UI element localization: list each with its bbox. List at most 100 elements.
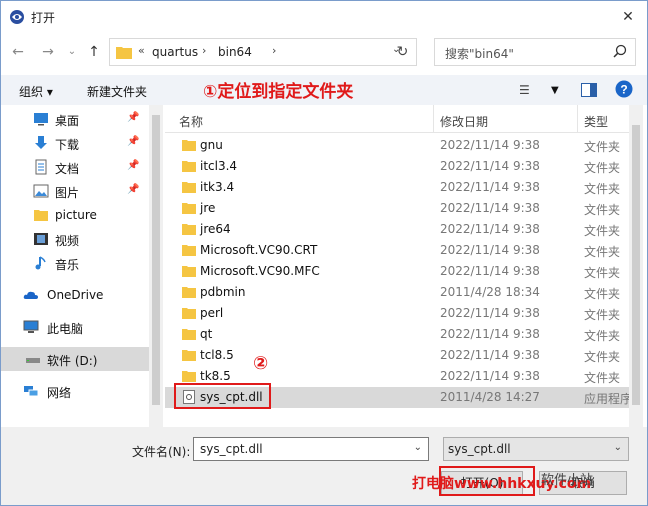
refresh-icon: ↻ — [396, 44, 409, 60]
file-type: 文件夹 — [584, 308, 621, 322]
computer-icon — [23, 320, 39, 333]
view-dropdown-icon[interactable]: ▼ — [551, 85, 559, 96]
file-name: itcl3.4 — [200, 159, 238, 173]
filename-label: 文件名(N): — [132, 445, 191, 459]
file-list-scrollbar[interactable] — [629, 105, 643, 427]
file-row[interactable]: tcl8.5 2022/11/14 9:38 文件夹 — [165, 345, 635, 366]
file-date: 2022/11/14 9:38 — [440, 264, 540, 278]
file-row[interactable]: Microsoft.VC90.CRT 2022/11/14 9:38 文件夹 — [165, 240, 635, 261]
file-type: 文件夹 — [584, 203, 621, 217]
sidebar-item-network[interactable]: 网络 — [1, 379, 149, 403]
file-date: 2022/11/14 9:38 — [440, 201, 540, 215]
video-icon — [34, 233, 48, 245]
picture-icon — [33, 184, 49, 198]
filename-input[interactable]: sys_cpt.dll ⌄ — [193, 437, 429, 461]
file-row[interactable]: jre 2022/11/14 9:38 文件夹 — [165, 198, 635, 219]
file-row[interactable]: jre64 2022/11/14 9:38 文件夹 — [165, 219, 635, 240]
folder-icon — [182, 329, 196, 340]
breadcrumb-quartus[interactable]: quartus — [152, 45, 198, 59]
sidebar-item-documents[interactable]: 文档 📌 — [1, 155, 149, 179]
column-type[interactable]: 类型 — [584, 113, 608, 130]
folder-icon — [182, 371, 196, 382]
file-name: jre64 — [200, 222, 231, 236]
file-date: 2022/11/14 9:38 — [440, 348, 540, 362]
file-name: tk8.5 — [200, 369, 231, 383]
file-date: 2022/11/14 9:38 — [440, 327, 540, 341]
file-date: 2011/4/28 18:34 — [440, 285, 540, 299]
breadcrumb-separator-icon[interactable]: › — [202, 44, 206, 57]
sidebar-item-this-pc[interactable]: 此电脑 — [1, 315, 149, 339]
file-type: 文件夹 — [584, 245, 621, 259]
sidebar-item-label: 下载 — [55, 138, 80, 152]
preview-pane-icon[interactable] — [581, 83, 597, 100]
forward-arrow-icon[interactable]: → — [39, 43, 57, 61]
sidebar-item-label: 网络 — [47, 386, 72, 400]
file-date: 2011/4/28 14:27 — [440, 390, 540, 404]
file-type: 文件夹 — [584, 287, 621, 301]
overflow-chevron-icon[interactable]: « — [138, 44, 145, 57]
filename-dropdown-icon[interactable]: ⌄ — [414, 442, 422, 453]
search-box[interactable]: 搜索"bin64" — [434, 38, 636, 66]
file-row[interactable]: Microsoft.VC90.MFC 2022/11/14 9:38 文件夹 — [165, 261, 635, 282]
close-icon[interactable]: ✕ — [615, 5, 641, 29]
organize-menu[interactable]: 组织 ▾ — [19, 83, 53, 100]
sidebar-item-picture-folder[interactable]: picture — [1, 203, 149, 227]
sidebar-item-pictures[interactable]: 图片 📌 — [1, 179, 149, 203]
title-bar: 打开 ✕ — [1, 1, 647, 33]
address-bar[interactable]: « quartus › bin64 › ⌄ — [109, 38, 417, 66]
file-row[interactable]: gnu 2022/11/14 9:38 文件夹 — [165, 135, 635, 156]
column-divider[interactable] — [577, 105, 578, 133]
help-icon[interactable]: ? — [615, 80, 633, 101]
filetype-select[interactable]: sys_cpt.dll ⌄ — [443, 437, 629, 461]
file-row[interactable]: qt 2022/11/14 9:38 文件夹 — [165, 324, 635, 345]
sidebar-item-desktop[interactable]: 桌面 📌 — [1, 107, 149, 131]
file-date: 2022/11/14 9:38 — [440, 243, 540, 257]
sidebar-item-label: 视频 — [55, 234, 80, 248]
scrollbar-thumb[interactable] — [632, 125, 640, 405]
file-type: 文件夹 — [584, 266, 621, 280]
sidebar-item-videos[interactable]: 视频 — [1, 227, 149, 251]
sidebar-item-drive-d[interactable]: 软件 (D:) — [1, 347, 149, 371]
new-folder-button[interactable]: 新建文件夹 — [87, 83, 147, 100]
file-type: 文件夹 — [584, 224, 621, 238]
column-header: 名称 修改日期 类型 — [165, 105, 635, 133]
breadcrumb-bin64[interactable]: bin64 — [218, 45, 252, 59]
file-row[interactable]: perl 2022/11/14 9:38 文件夹 — [165, 303, 635, 324]
file-name: Microsoft.VC90.MFC — [200, 264, 320, 278]
sidebar-item-onedrive[interactable]: OneDrive — [1, 283, 149, 307]
scrollbar-thumb[interactable] — [152, 115, 160, 405]
filetype-dropdown-icon[interactable]: ⌄ — [614, 442, 622, 453]
up-arrow-icon[interactable]: ↑ — [85, 43, 103, 61]
sidebar-scrollbar[interactable] — [149, 105, 163, 427]
download-icon — [35, 136, 47, 149]
file-type: 应用程序扩展 — [584, 392, 635, 406]
file-row[interactable]: itcl3.4 2022/11/14 9:38 文件夹 — [165, 156, 635, 177]
file-date: 2022/11/14 9:38 — [440, 306, 540, 320]
file-name: perl — [200, 306, 224, 320]
file-row[interactable]: pdbmin 2011/4/28 18:34 文件夹 — [165, 282, 635, 303]
sidebar-item-downloads[interactable]: 下载 📌 — [1, 131, 149, 155]
sidebar-item-label: OneDrive — [47, 288, 104, 302]
back-arrow-icon[interactable]: ← — [9, 43, 27, 61]
file-date: 2022/11/14 9:38 — [440, 138, 540, 152]
sidebar-item-music[interactable]: 音乐 — [1, 251, 149, 275]
column-date[interactable]: 修改日期 — [440, 113, 488, 130]
refresh-button[interactable]: ↻ — [389, 38, 417, 66]
sidebar-item-label: 软件 (D:) — [47, 354, 98, 368]
sidebar-item-label: 音乐 — [55, 258, 80, 272]
highlight-box-file — [174, 383, 271, 409]
view-options-icon[interactable]: ☰ — [519, 83, 530, 97]
column-name[interactable]: 名称 — [179, 113, 203, 130]
file-row[interactable]: itk3.4 2022/11/14 9:38 文件夹 — [165, 177, 635, 198]
drive-icon — [26, 358, 40, 363]
pin-icon: 📌 — [127, 136, 140, 147]
folder-icon — [182, 308, 196, 319]
folder-icon — [182, 203, 196, 214]
file-date: 2022/11/14 9:38 — [440, 222, 540, 236]
music-icon — [35, 256, 46, 270]
column-divider[interactable] — [433, 105, 434, 133]
recent-chevron-icon[interactable]: ⌄ — [63, 43, 81, 61]
sidebar-item-label: 文档 — [55, 162, 80, 176]
breadcrumb-separator-icon[interactable]: › — [272, 44, 276, 57]
search-placeholder: 搜索"bin64" — [445, 47, 514, 61]
